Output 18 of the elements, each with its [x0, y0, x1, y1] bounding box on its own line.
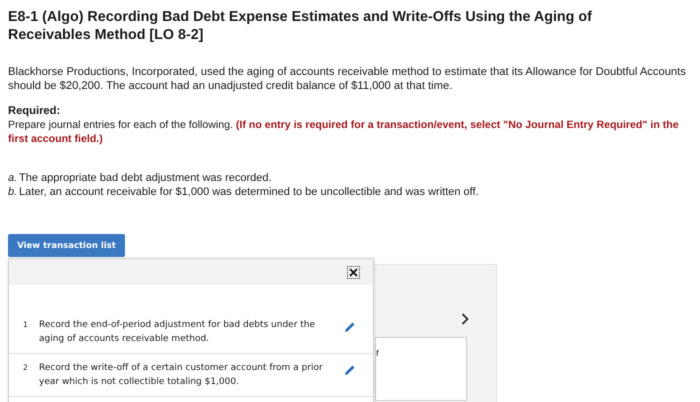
pencil-icon [344, 364, 356, 376]
chevron-right-icon[interactable] [461, 313, 469, 325]
item-marker: b. [8, 185, 18, 199]
problem-text: Blackhorse Productions, Incorporated, used the aging of accounts receivable method to estimate that its Allowance for Doubtful Accounts should be $20,200. The account had an unadjusted credit balance of $11,000 at that time. [8, 65, 687, 93]
edit-button[interactable] [344, 364, 356, 376]
required-label: Required: [8, 104, 60, 118]
edit-button[interactable] [344, 321, 356, 333]
item-marker: a. [8, 171, 18, 185]
instruction-text: Prepare journal entries for each of the following. (If no entry is required for a transaction/event, select "No Journal Entry Required" in the first account field.) [8, 118, 680, 146]
view-transaction-list-button[interactable]: View transaction list [8, 234, 125, 257]
pencil-icon [344, 321, 356, 333]
transaction-text: Record the write-off of a certain customer account from a prior year which is not collectible totaling $1,000. [39, 362, 324, 389]
close-button[interactable] [347, 266, 360, 278]
item-text: Later, an account receivable for $1,000 was determined to be uncollectible and was written off. [19, 185, 479, 199]
transaction-text: Record the end-of-period adjustment for bad debts under the aging of accounts receivable method. [39, 319, 316, 346]
partial-text: f [376, 349, 379, 358]
item-text: The appropriate bad debt adjustment was recorded. [19, 171, 272, 185]
exercise-title: E8-1 (Algo) Recording Bad Debt Expense Estimates and Write-Offs Using the Aging of Receivables Method [LO 8-2] [8, 8, 593, 44]
